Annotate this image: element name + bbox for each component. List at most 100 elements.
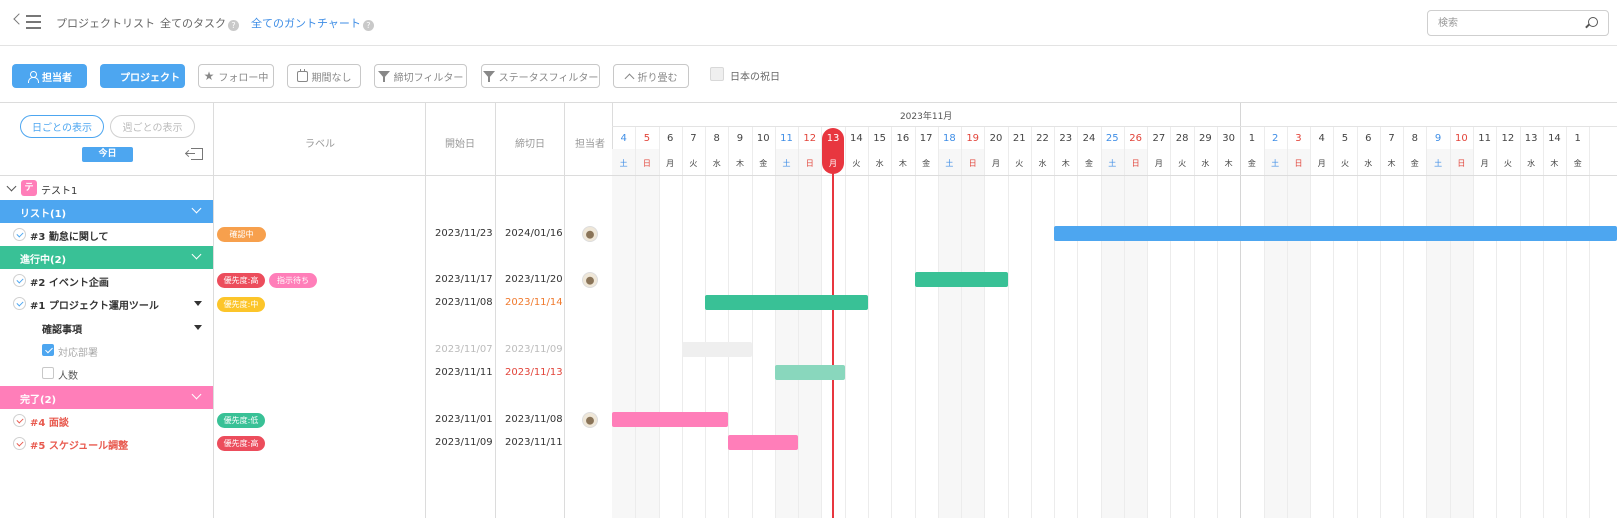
day-number: 4 [620, 133, 627, 144]
task-bar[interactable] [774, 365, 845, 380]
day-gridline [1310, 126, 1312, 518]
checklist-checkbox[interactable] [42, 367, 54, 379]
weekday-label: 火 [852, 159, 861, 168]
gantt-table: 日ごとの表示 週ごとの表示 今日 ラベル 開始日 締切日 担当者 テ テスト1 … [0, 102, 1617, 518]
day-gridline [728, 126, 730, 518]
menu-toggle-button[interactable] [13, 11, 44, 33]
day-gridline [1147, 126, 1149, 518]
chevron-down-icon[interactable] [6, 181, 17, 192]
gantt-timeline: 2023年11月 4 土 5 日 6 月 7 火 8 水 9 木 10 金 11 土 12 日 13 月 14 火 15 水 16… [612, 103, 1617, 518]
weekday-label: 木 [1387, 159, 1396, 168]
weekday-label: 金 [922, 159, 931, 168]
collapse-panel-icon[interactable] [186, 148, 203, 160]
day-number: 23 [1059, 133, 1073, 144]
task-bar[interactable] [1054, 226, 1617, 241]
day-number: 26 [1129, 133, 1142, 144]
group-done[interactable]: 完了(2) [0, 386, 213, 409]
day-gridline [751, 126, 753, 518]
nav-all-tasks[interactable]: 全てのタスク? [160, 15, 239, 31]
checklist-checkbox[interactable] [42, 344, 54, 356]
holiday-label: 日本の祝日 [730, 72, 780, 83]
nav-all-gantt[interactable]: 全てのガントチャート? [251, 15, 374, 31]
caret-down-icon[interactable] [194, 325, 202, 330]
task-name[interactable]: #5 スケジュール調整 [30, 437, 128, 452]
group-list[interactable]: リスト(1) [0, 200, 213, 223]
task-bar[interactable] [612, 412, 729, 427]
day-number: 1 [1574, 133, 1581, 144]
grid-icon [105, 71, 116, 82]
task-check-icon[interactable] [13, 297, 26, 310]
weekday-label: 木 [898, 159, 907, 168]
day-number: 14 [849, 133, 863, 144]
holiday-checkbox[interactable] [710, 67, 724, 81]
end-column-header: 締切日 [515, 139, 545, 150]
group-in-progress[interactable]: 進行中(2) [0, 246, 213, 269]
project-row[interactable]: テ テスト1 [0, 177, 212, 200]
weekday-label: 月 [666, 159, 675, 168]
help-icon[interactable]: ? [228, 20, 239, 31]
day-number: 29 [1199, 133, 1212, 144]
task-check-icon[interactable] [13, 414, 26, 427]
day-gridline [867, 126, 869, 518]
caret-down-icon[interactable] [194, 301, 202, 306]
checklist-item[interactable]: 対応部署 [58, 344, 98, 359]
day-number: 14 [1548, 133, 1561, 144]
group-label: 完了(2) [20, 395, 57, 406]
day-number: 12 [803, 133, 817, 144]
task-bar[interactable] [728, 435, 799, 450]
status-tag: 指示待ち [269, 273, 317, 288]
weekday-label: 月 [1154, 159, 1163, 168]
checklist-title[interactable]: 確認事項 [42, 321, 82, 336]
task-bar[interactable] [681, 342, 752, 357]
weekday-label: 火 [1503, 159, 1512, 168]
day-gridline [1217, 126, 1219, 518]
start-date: 2023/11/01 [435, 414, 493, 425]
search-icon[interactable] [1588, 17, 1598, 27]
today-button[interactable]: 今日 [82, 147, 133, 162]
daily-view-button[interactable]: 日ごとの表示 [20, 115, 104, 138]
task-check-icon[interactable] [13, 228, 26, 241]
help-icon[interactable]: ? [362, 20, 374, 31]
weekday-label: 火 [1015, 159, 1024, 168]
status-filter-button[interactable]: ステータスフィルター [481, 64, 600, 88]
project-button[interactable]: プロジェクト [100, 64, 185, 88]
follow-filter-button[interactable]: ★ フォロー中 [198, 64, 274, 88]
start-date: 2023/11/07 [435, 344, 493, 355]
fold-button[interactable]: 折り畳む [613, 64, 689, 88]
day-gridline [914, 126, 916, 518]
task-check-icon[interactable] [13, 274, 26, 287]
weekday-label: 月 [991, 159, 1000, 168]
task-check-icon[interactable] [13, 437, 26, 450]
day-number: 13 [1524, 133, 1538, 144]
start-date: 2023/11/17 [435, 274, 493, 285]
weekday-label: 木 [1061, 159, 1070, 168]
task-name[interactable]: #1 プロジェクト運用ツール [30, 297, 159, 312]
day-gridline [1356, 126, 1358, 518]
weekend-shade [1286, 149, 1311, 518]
weekday-label: 木 [1550, 159, 1559, 168]
search-input[interactable] [1438, 15, 1578, 31]
day-number: 11 [780, 133, 793, 144]
weekday-label: 土 [945, 159, 954, 168]
day-number: 10 [1454, 133, 1468, 144]
deadline-filter-button[interactable]: 締切フィルター [374, 64, 467, 88]
assignee-button[interactable]: 担当者 [12, 64, 87, 88]
chevron-down-icon[interactable] [191, 249, 202, 260]
group-label: 進行中(2) [20, 255, 67, 266]
weekly-view-button[interactable]: 週ごとの表示 [110, 115, 195, 138]
column-divider [564, 103, 565, 518]
task-name[interactable]: #2 イベント企画 [30, 274, 109, 289]
chevron-down-icon[interactable] [191, 389, 202, 400]
day-number: 8 [1411, 133, 1418, 144]
task-name[interactable]: #4 面談 [30, 414, 69, 429]
checklist-item[interactable]: 人数 [58, 367, 78, 382]
follow-filter-label: フォロー中 [218, 72, 269, 84]
day-number: 6 [1365, 133, 1372, 144]
task-name[interactable]: #3 勤怠に関して [30, 228, 109, 243]
task-bar[interactable] [914, 272, 1008, 287]
nav-project-list[interactable]: プロジェクトリスト [56, 15, 155, 31]
task-bar[interactable] [705, 295, 868, 310]
weekday-label: 水 [875, 159, 884, 168]
chevron-down-icon[interactable] [191, 203, 202, 214]
no-period-button[interactable]: 期間なし [287, 64, 361, 88]
